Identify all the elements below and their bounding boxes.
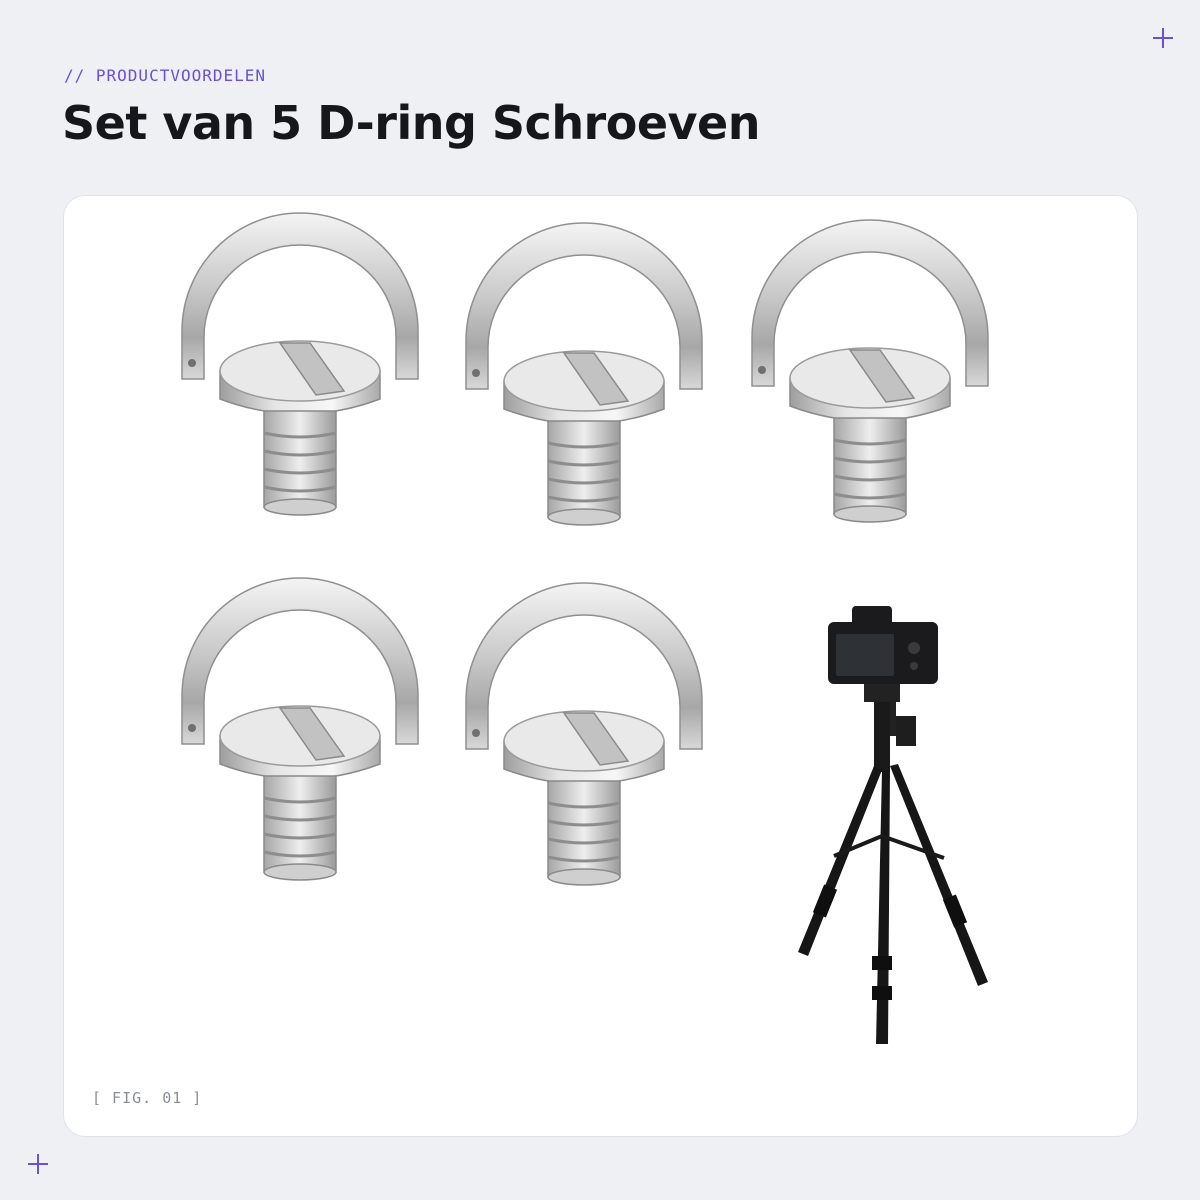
product-figure-card: [ FIG. 01 ] [63, 195, 1138, 1137]
plus-icon [28, 1154, 48, 1174]
page-title: Set van 5 D-ring Schroeven [62, 96, 760, 150]
section-eyebrow: // PRODUCTVOORDELEN [64, 66, 267, 85]
d-ring-screw-2 [464, 221, 704, 527]
figure-label: [ FIG. 01 ] [92, 1089, 203, 1107]
d-ring-screw-4 [180, 576, 420, 882]
plus-icon [1153, 28, 1173, 48]
camera-on-tripod [798, 606, 988, 1044]
d-ring-screw-1 [180, 211, 420, 517]
d-ring-screw-5 [464, 581, 704, 887]
product-illustration [180, 211, 990, 1044]
d-ring-screw-3 [750, 218, 990, 524]
